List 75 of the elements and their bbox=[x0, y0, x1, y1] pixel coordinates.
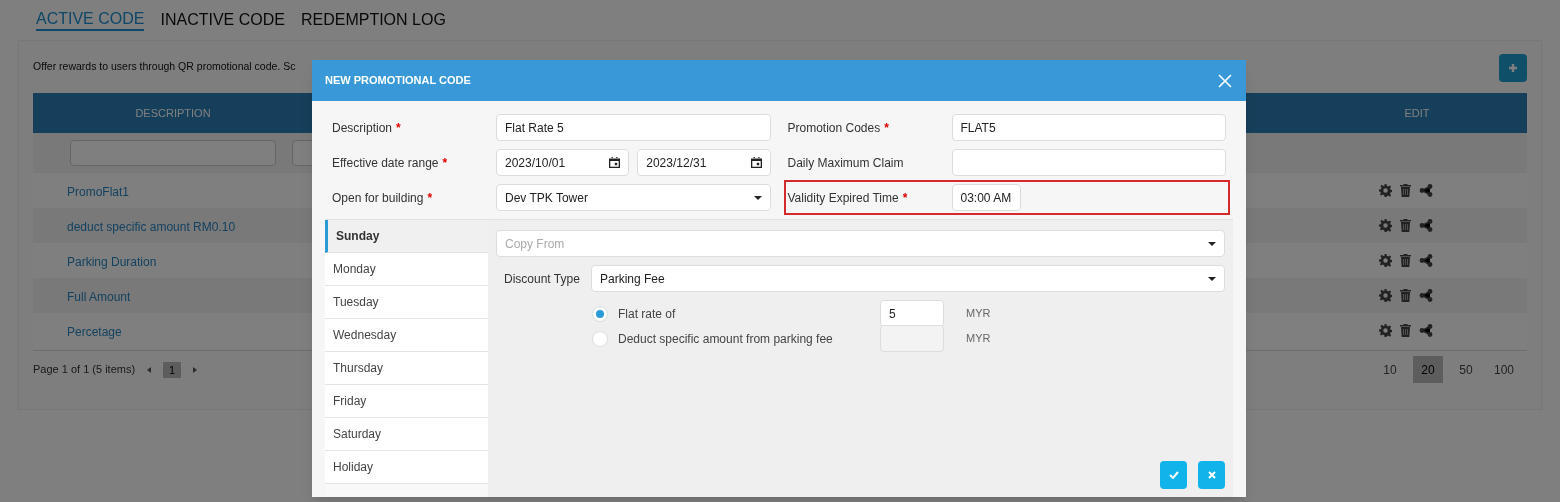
trash-icon[interactable] bbox=[1400, 324, 1411, 337]
filter-field[interactable] bbox=[70, 140, 276, 166]
text-field[interactable] bbox=[951, 149, 1226, 176]
column-header: EDIT bbox=[1403, 105, 1431, 121]
trash-icon[interactable] bbox=[1400, 289, 1411, 302]
column-header: DESCRIPTION bbox=[134, 105, 212, 121]
radio-button[interactable] bbox=[592, 305, 608, 322]
close-button[interactable] bbox=[1217, 72, 1233, 89]
calendar-icon bbox=[750, 157, 762, 168]
field-label: Daily Maximum Claim bbox=[787, 154, 904, 172]
gear-icon[interactable] bbox=[1379, 324, 1392, 337]
share-icon[interactable] bbox=[1419, 324, 1433, 337]
gear-icon[interactable] bbox=[1379, 254, 1392, 267]
trash-icon[interactable] bbox=[1400, 219, 1411, 232]
page-size-button[interactable]: 100 bbox=[1489, 356, 1519, 383]
day-tab[interactable]: Wednesday bbox=[325, 319, 488, 352]
share-icon[interactable] bbox=[1419, 219, 1433, 232]
confirm-button[interactable] bbox=[1160, 461, 1187, 489]
amount-field[interactable]: 5 bbox=[880, 300, 944, 327]
date-field[interactable]: 2023/12/31 bbox=[637, 149, 771, 176]
day-tab[interactable]: Saturday bbox=[325, 418, 488, 451]
field-label: Effective date range bbox=[332, 154, 439, 172]
previous-page-icon[interactable] bbox=[147, 366, 152, 373]
cancel-button[interactable] bbox=[1198, 461, 1225, 489]
building-select[interactable]: Dev TPK Tower bbox=[496, 184, 771, 211]
option-label: Flat rate of bbox=[617, 305, 677, 323]
gear-icon[interactable] bbox=[1379, 289, 1392, 302]
option-label: Deduct specific amount from parking fee bbox=[617, 330, 834, 348]
text-field[interactable]: FLAT5 bbox=[951, 114, 1226, 141]
modal-title: NEW PROMOTIONAL CODE bbox=[325, 73, 471, 89]
calendar-icon bbox=[609, 157, 621, 168]
required-mark: * bbox=[396, 119, 401, 137]
day-tab[interactable]: Friday bbox=[325, 385, 488, 418]
close-icon bbox=[1217, 72, 1233, 89]
required-mark: * bbox=[902, 189, 908, 207]
page-summary: Page 1 of 1 (5 items) bbox=[33, 362, 136, 378]
day-tab[interactable]: Holiday bbox=[325, 451, 488, 484]
intro-text: Offer rewards to users through QR promotional code. Sc bbox=[33, 59, 296, 75]
field-label: Open for building bbox=[332, 189, 424, 207]
day-tab[interactable]: Thursday bbox=[325, 352, 488, 385]
plus-icon bbox=[1508, 63, 1518, 73]
day-tab[interactable]: Sunday bbox=[325, 220, 488, 253]
page-size-button[interactable]: 50 bbox=[1451, 356, 1481, 383]
field-label: Discount Type bbox=[503, 270, 581, 288]
field-label: Validity Expired Time bbox=[787, 189, 899, 207]
share-icon[interactable] bbox=[1419, 289, 1433, 302]
text-field[interactable]: Flat Rate 5 bbox=[496, 114, 771, 141]
required-mark: * bbox=[427, 189, 433, 207]
next-page-icon[interactable] bbox=[193, 366, 198, 373]
required-mark: * bbox=[442, 154, 448, 172]
field-label: Promotion Codes bbox=[787, 119, 881, 137]
gear-icon[interactable] bbox=[1379, 184, 1392, 197]
required-mark: * bbox=[884, 119, 889, 137]
time-field[interactable]: 03:00 AM bbox=[951, 184, 1021, 211]
tab[interactable]: INACTIVE CODE bbox=[160, 9, 285, 31]
share-icon[interactable] bbox=[1419, 254, 1433, 267]
trash-icon[interactable] bbox=[1400, 184, 1411, 197]
caret-icon bbox=[753, 195, 762, 200]
page-size-button[interactable]: 10 bbox=[1375, 356, 1405, 383]
gear-icon[interactable] bbox=[1379, 219, 1392, 232]
day-tab[interactable]: Tuesday bbox=[325, 286, 488, 319]
tab[interactable]: REDEMPTION LOG bbox=[300, 9, 446, 31]
field-label: Description bbox=[332, 119, 393, 137]
close-icon bbox=[1207, 471, 1216, 479]
share-icon[interactable] bbox=[1419, 184, 1433, 197]
currency-label: MYR bbox=[965, 306, 991, 322]
check-icon bbox=[1168, 471, 1179, 479]
add-button[interactable] bbox=[1499, 54, 1527, 82]
trash-icon[interactable] bbox=[1400, 254, 1411, 267]
date-field[interactable]: 2023/10/01 bbox=[496, 149, 630, 176]
caret-icon bbox=[1208, 241, 1216, 246]
discount-type-select[interactable]: Parking Fee bbox=[591, 265, 1225, 292]
caret-icon bbox=[1208, 276, 1216, 281]
currency-label: MYR bbox=[965, 331, 991, 347]
day-tab[interactable]: Monday bbox=[325, 253, 488, 286]
